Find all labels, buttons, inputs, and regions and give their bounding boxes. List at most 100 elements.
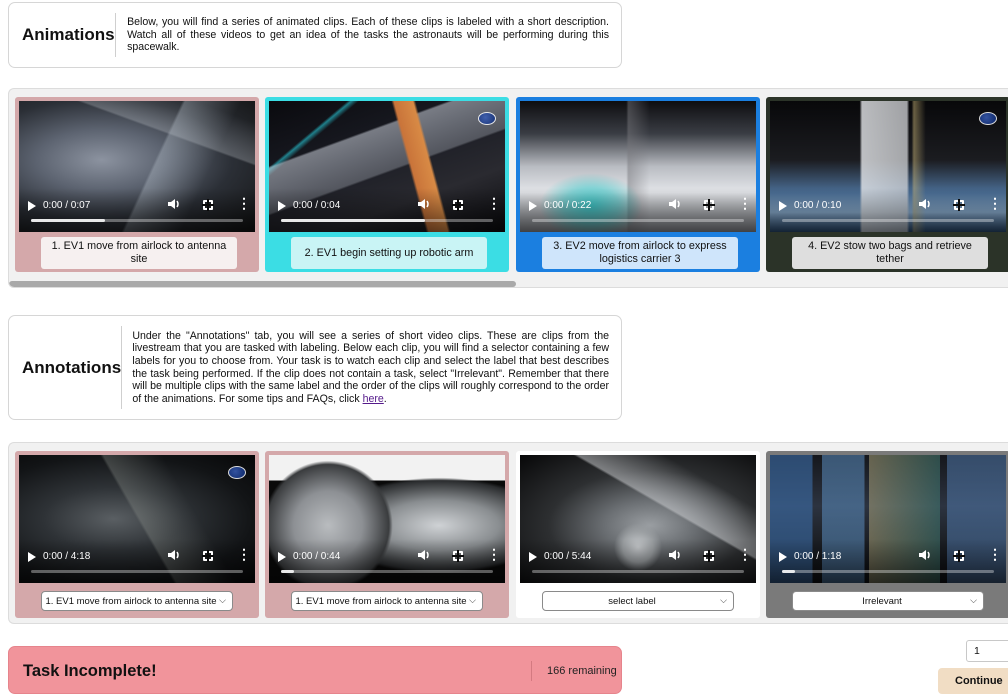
play-icon[interactable] <box>278 201 286 211</box>
chevron-down-icon: ⌵ <box>720 595 727 605</box>
play-icon[interactable] <box>779 201 787 211</box>
volume-icon[interactable] <box>668 549 682 565</box>
fullscreen-icon[interactable] <box>953 199 965 211</box>
video-progress-fill <box>31 219 106 222</box>
fullscreen-icon[interactable] <box>703 199 715 211</box>
video-progress-track[interactable] <box>532 219 744 222</box>
annotation-video-1[interactable]: 0:00 / 4:18 ⋮ <box>19 455 255 583</box>
animation-caption-1: 1. EV1 move from airlock to antenna site <box>41 237 237 269</box>
video-progress-track[interactable] <box>782 219 994 222</box>
horizontal-scrollbar[interactable] <box>9 281 516 287</box>
fullscreen-icon[interactable] <box>202 550 214 562</box>
annotation-video-3[interactable]: 0:00 / 5:44 ⋮ <box>520 455 756 583</box>
video-controls: 0:00 / 0:44 ⋮ <box>269 539 505 583</box>
animation-video-4[interactable]: 0:00 / 0:10 ⋮ <box>770 101 1006 232</box>
play-icon[interactable] <box>28 552 36 562</box>
play-icon[interactable] <box>779 552 787 562</box>
faq-link[interactable]: here <box>363 393 384 405</box>
fullscreen-icon[interactable] <box>452 199 464 211</box>
annotations-description-end: . <box>383 392 387 405</box>
video-time: 0:00 / 0:22 <box>544 200 592 211</box>
play-icon[interactable] <box>529 201 537 211</box>
label-select-4[interactable]: Irrelevant ⌵ <box>792 591 984 611</box>
continue-button[interactable]: Continue <box>938 668 1008 694</box>
animation-clip-4: 0:00 / 0:10 ⋮ 4. EV2 stow two bags and r… <box>766 97 1008 272</box>
video-time: 0:00 / 0:44 <box>293 551 341 562</box>
fullscreen-icon[interactable] <box>202 199 214 211</box>
video-controls: 0:00 / 0:07 ⋮ <box>19 188 255 232</box>
video-progress-track[interactable] <box>782 570 994 573</box>
animation-caption-2: 2. EV1 begin setting up robotic arm <box>291 237 487 269</box>
fullscreen-icon[interactable] <box>452 550 464 562</box>
annotations-info-card: Annotations Under the "Annotations" tab,… <box>8 315 622 420</box>
video-controls: 0:00 / 4:18 ⋮ <box>19 539 255 583</box>
animation-clip-2: 0:00 / 0:04 ⋮ 2. EV1 begin setting up ro… <box>265 97 509 272</box>
animations-scroller[interactable]: 0:00 / 0:07 ⋮ 1. EV1 move from airlock t… <box>8 88 1008 288</box>
animation-video-3[interactable]: 0:00 / 0:22 ⋮ <box>520 101 756 232</box>
play-icon[interactable] <box>278 552 286 562</box>
animations-description: Below, you will find a series of animate… <box>127 16 609 54</box>
task-status-title: Task Incomplete! <box>23 662 157 680</box>
video-progress-fill <box>782 570 795 573</box>
volume-icon[interactable] <box>167 198 181 214</box>
video-time: 0:00 / 1:18 <box>794 551 842 562</box>
page-number-input[interactable]: 1 <box>966 640 1008 662</box>
more-vertical-icon[interactable]: ⋮ <box>988 547 1002 561</box>
annotations-scroller[interactable]: 0:00 / 4:18 ⋮ 1. EV1 move from airlock t… <box>8 442 1008 624</box>
volume-icon[interactable] <box>417 198 431 214</box>
label-select-1[interactable]: 1. EV1 move from airlock to antenna site… <box>41 591 233 611</box>
more-vertical-icon[interactable]: ⋮ <box>988 196 1002 210</box>
video-progress-track[interactable] <box>532 570 744 573</box>
label-select-2[interactable]: 1. EV1 move from airlock to antenna site… <box>291 591 483 611</box>
video-progress-track[interactable] <box>281 570 493 573</box>
label-select-value: Irrelevant <box>862 595 902 607</box>
volume-icon[interactable] <box>167 549 181 565</box>
play-icon[interactable] <box>529 552 537 562</box>
nasa-logo-icon <box>979 112 997 125</box>
video-time: 0:00 / 0:04 <box>293 200 341 211</box>
video-controls: 0:00 / 0:22 ⋮ <box>520 188 756 232</box>
label-select-value: select label <box>608 595 656 607</box>
fullscreen-icon[interactable] <box>703 550 715 562</box>
annotation-clip-3: 0:00 / 5:44 ⋮ select label ⌵ <box>516 451 760 618</box>
more-vertical-icon[interactable]: ⋮ <box>487 547 501 561</box>
animations-heading: Animations <box>22 25 115 44</box>
video-controls: 0:00 / 5:44 ⋮ <box>520 539 756 583</box>
video-controls: 0:00 / 0:10 ⋮ <box>770 188 1006 232</box>
more-vertical-icon[interactable]: ⋮ <box>738 196 752 210</box>
more-vertical-icon[interactable]: ⋮ <box>738 547 752 561</box>
annotation-video-2[interactable]: 0:00 / 0:44 ⋮ <box>269 455 505 583</box>
label-select-3[interactable]: select label ⌵ <box>542 591 734 611</box>
nasa-logo-icon <box>478 112 496 125</box>
video-progress-track[interactable] <box>31 219 243 222</box>
remaining-count: 166 remaining <box>547 665 617 677</box>
animation-clip-3: 0:00 / 0:22 ⋮ 3. EV2 move from airlock t… <box>516 97 760 272</box>
animation-video-2[interactable]: 0:00 / 0:04 ⋮ <box>269 101 505 232</box>
animation-video-1[interactable]: 0:00 / 0:07 ⋮ <box>19 101 255 232</box>
animation-clip-1: 0:00 / 0:07 ⋮ 1. EV1 move from airlock t… <box>15 97 259 272</box>
chevron-down-icon: ⌵ <box>970 595 977 605</box>
fullscreen-icon[interactable] <box>953 550 965 562</box>
video-progress-track[interactable] <box>281 219 493 222</box>
more-vertical-icon[interactable]: ⋮ <box>237 547 251 561</box>
annotation-clip-4: 0:00 / 1:18 ⋮ Irrelevant ⌵ <box>766 451 1008 618</box>
video-time: 0:00 / 0:10 <box>794 200 842 211</box>
video-controls: 0:00 / 0:04 ⋮ <box>269 188 505 232</box>
volume-icon[interactable] <box>918 198 932 214</box>
chevron-down-icon: ⌵ <box>219 595 226 605</box>
annotations-heading: Annotations <box>22 357 122 377</box>
video-controls: 0:00 / 1:18 ⋮ <box>770 539 1006 583</box>
nasa-logo-icon <box>228 466 246 479</box>
annotation-video-4[interactable]: 0:00 / 1:18 ⋮ <box>770 455 1006 583</box>
volume-icon[interactable] <box>668 198 682 214</box>
task-status-bar: Task Incomplete! 166 remaining <box>8 646 622 694</box>
video-progress-track[interactable] <box>31 570 243 573</box>
more-vertical-icon[interactable]: ⋮ <box>237 196 251 210</box>
video-time: 0:00 / 0:07 <box>43 200 91 211</box>
animations-info-card: Animations Below, you will find a series… <box>8 2 622 68</box>
more-vertical-icon[interactable]: ⋮ <box>487 196 501 210</box>
volume-icon[interactable] <box>417 549 431 565</box>
label-select-value: 1. EV1 move from airlock to antenna site <box>295 595 467 607</box>
volume-icon[interactable] <box>918 549 932 565</box>
play-icon[interactable] <box>28 201 36 211</box>
